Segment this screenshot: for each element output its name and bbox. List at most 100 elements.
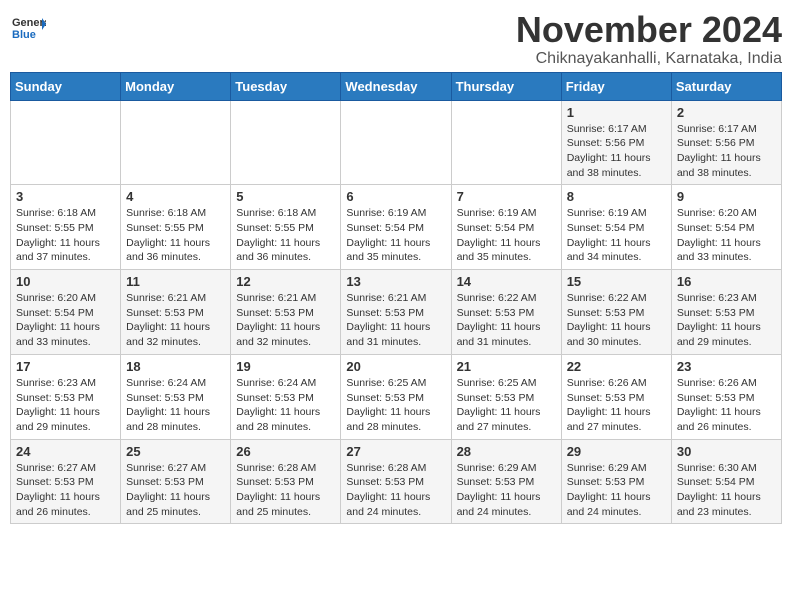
day-info: Sunrise: 6:28 AM Sunset: 5:53 PM Dayligh… <box>346 461 445 520</box>
day-number: 15 <box>567 274 666 289</box>
calendar-week-row: 17 Sunrise: 6:23 AM Sunset: 5:53 PM Dayl… <box>11 354 782 439</box>
svg-text:General: General <box>12 17 46 29</box>
day-info: Sunrise: 6:20 AM Sunset: 5:54 PM Dayligh… <box>677 206 776 265</box>
day-number: 17 <box>16 359 115 374</box>
logo-icon: General Blue <box>10 10 46 46</box>
day-info: Sunrise: 6:23 AM Sunset: 5:53 PM Dayligh… <box>16 376 115 435</box>
day-info: Sunrise: 6:19 AM Sunset: 5:54 PM Dayligh… <box>567 206 666 265</box>
day-info: Sunrise: 6:22 AM Sunset: 5:53 PM Dayligh… <box>457 291 556 350</box>
day-number: 28 <box>457 444 556 459</box>
calendar-cell <box>451 100 561 185</box>
day-number: 7 <box>457 189 556 204</box>
day-number: 26 <box>236 444 335 459</box>
calendar-cell: 12 Sunrise: 6:21 AM Sunset: 5:53 PM Dayl… <box>231 270 341 355</box>
calendar-cell: 21 Sunrise: 6:25 AM Sunset: 5:53 PM Dayl… <box>451 354 561 439</box>
calendar-week-row: 3 Sunrise: 6:18 AM Sunset: 5:55 PM Dayli… <box>11 185 782 270</box>
month-title: November 2024 <box>516 10 782 50</box>
calendar-cell: 24 Sunrise: 6:27 AM Sunset: 5:53 PM Dayl… <box>11 439 121 524</box>
calendar-week-row: 10 Sunrise: 6:20 AM Sunset: 5:54 PM Dayl… <box>11 270 782 355</box>
calendar-cell <box>231 100 341 185</box>
day-info: Sunrise: 6:28 AM Sunset: 5:53 PM Dayligh… <box>236 461 335 520</box>
day-number: 6 <box>346 189 445 204</box>
day-number: 19 <box>236 359 335 374</box>
calendar-cell: 7 Sunrise: 6:19 AM Sunset: 5:54 PM Dayli… <box>451 185 561 270</box>
day-number: 20 <box>346 359 445 374</box>
day-number: 2 <box>677 105 776 120</box>
day-number: 3 <box>16 189 115 204</box>
weekday-header-row: SundayMondayTuesdayWednesdayThursdayFrid… <box>11 72 782 100</box>
calendar-cell: 15 Sunrise: 6:22 AM Sunset: 5:53 PM Dayl… <box>561 270 671 355</box>
day-info: Sunrise: 6:19 AM Sunset: 5:54 PM Dayligh… <box>457 206 556 265</box>
day-info: Sunrise: 6:20 AM Sunset: 5:54 PM Dayligh… <box>16 291 115 350</box>
calendar-cell: 9 Sunrise: 6:20 AM Sunset: 5:54 PM Dayli… <box>671 185 781 270</box>
day-number: 18 <box>126 359 225 374</box>
calendar-cell: 20 Sunrise: 6:25 AM Sunset: 5:53 PM Dayl… <box>341 354 451 439</box>
calendar-cell: 8 Sunrise: 6:19 AM Sunset: 5:54 PM Dayli… <box>561 185 671 270</box>
day-number: 9 <box>677 189 776 204</box>
day-info: Sunrise: 6:21 AM Sunset: 5:53 PM Dayligh… <box>126 291 225 350</box>
day-info: Sunrise: 6:25 AM Sunset: 5:53 PM Dayligh… <box>346 376 445 435</box>
day-info: Sunrise: 6:17 AM Sunset: 5:56 PM Dayligh… <box>677 122 776 181</box>
day-info: Sunrise: 6:18 AM Sunset: 5:55 PM Dayligh… <box>16 206 115 265</box>
day-number: 12 <box>236 274 335 289</box>
svg-text:Blue: Blue <box>12 29 36 41</box>
calendar-cell: 13 Sunrise: 6:21 AM Sunset: 5:53 PM Dayl… <box>341 270 451 355</box>
day-number: 23 <box>677 359 776 374</box>
day-number: 10 <box>16 274 115 289</box>
calendar-cell: 5 Sunrise: 6:18 AM Sunset: 5:55 PM Dayli… <box>231 185 341 270</box>
calendar-cell: 30 Sunrise: 6:30 AM Sunset: 5:54 PM Dayl… <box>671 439 781 524</box>
weekday-header: Monday <box>121 72 231 100</box>
logo: General Blue <box>10 10 46 46</box>
day-number: 21 <box>457 359 556 374</box>
day-info: Sunrise: 6:24 AM Sunset: 5:53 PM Dayligh… <box>236 376 335 435</box>
weekday-header: Sunday <box>11 72 121 100</box>
day-number: 14 <box>457 274 556 289</box>
calendar-cell: 19 Sunrise: 6:24 AM Sunset: 5:53 PM Dayl… <box>231 354 341 439</box>
calendar-cell: 17 Sunrise: 6:23 AM Sunset: 5:53 PM Dayl… <box>11 354 121 439</box>
day-number: 1 <box>567 105 666 120</box>
calendar-cell: 3 Sunrise: 6:18 AM Sunset: 5:55 PM Dayli… <box>11 185 121 270</box>
calendar-cell <box>11 100 121 185</box>
calendar-cell: 29 Sunrise: 6:29 AM Sunset: 5:53 PM Dayl… <box>561 439 671 524</box>
calendar-cell: 14 Sunrise: 6:22 AM Sunset: 5:53 PM Dayl… <box>451 270 561 355</box>
calendar-cell <box>341 100 451 185</box>
day-number: 8 <box>567 189 666 204</box>
weekday-header: Thursday <box>451 72 561 100</box>
day-info: Sunrise: 6:26 AM Sunset: 5:53 PM Dayligh… <box>677 376 776 435</box>
day-info: Sunrise: 6:29 AM Sunset: 5:53 PM Dayligh… <box>567 461 666 520</box>
calendar-cell: 22 Sunrise: 6:26 AM Sunset: 5:53 PM Dayl… <box>561 354 671 439</box>
calendar-cell: 25 Sunrise: 6:27 AM Sunset: 5:53 PM Dayl… <box>121 439 231 524</box>
calendar-week-row: 24 Sunrise: 6:27 AM Sunset: 5:53 PM Dayl… <box>11 439 782 524</box>
weekday-header: Friday <box>561 72 671 100</box>
day-info: Sunrise: 6:25 AM Sunset: 5:53 PM Dayligh… <box>457 376 556 435</box>
calendar-cell: 6 Sunrise: 6:19 AM Sunset: 5:54 PM Dayli… <box>341 185 451 270</box>
day-info: Sunrise: 6:27 AM Sunset: 5:53 PM Dayligh… <box>126 461 225 520</box>
day-info: Sunrise: 6:21 AM Sunset: 5:53 PM Dayligh… <box>346 291 445 350</box>
weekday-header: Tuesday <box>231 72 341 100</box>
calendar-week-row: 1 Sunrise: 6:17 AM Sunset: 5:56 PM Dayli… <box>11 100 782 185</box>
day-number: 30 <box>677 444 776 459</box>
day-info: Sunrise: 6:22 AM Sunset: 5:53 PM Dayligh… <box>567 291 666 350</box>
day-number: 25 <box>126 444 225 459</box>
day-number: 27 <box>346 444 445 459</box>
day-info: Sunrise: 6:24 AM Sunset: 5:53 PM Dayligh… <box>126 376 225 435</box>
location-title: Chiknayakanhalli, Karnataka, India <box>516 50 782 68</box>
calendar-cell: 28 Sunrise: 6:29 AM Sunset: 5:53 PM Dayl… <box>451 439 561 524</box>
calendar-cell: 18 Sunrise: 6:24 AM Sunset: 5:53 PM Dayl… <box>121 354 231 439</box>
day-info: Sunrise: 6:17 AM Sunset: 5:56 PM Dayligh… <box>567 122 666 181</box>
day-info: Sunrise: 6:30 AM Sunset: 5:54 PM Dayligh… <box>677 461 776 520</box>
day-number: 22 <box>567 359 666 374</box>
header: General Blue November 2024 Chiknayakanha… <box>10 10 782 68</box>
calendar-cell: 23 Sunrise: 6:26 AM Sunset: 5:53 PM Dayl… <box>671 354 781 439</box>
weekday-header: Saturday <box>671 72 781 100</box>
calendar-cell <box>121 100 231 185</box>
calendar-cell: 26 Sunrise: 6:28 AM Sunset: 5:53 PM Dayl… <box>231 439 341 524</box>
calendar-cell: 11 Sunrise: 6:21 AM Sunset: 5:53 PM Dayl… <box>121 270 231 355</box>
calendar-cell: 1 Sunrise: 6:17 AM Sunset: 5:56 PM Dayli… <box>561 100 671 185</box>
calendar-cell: 16 Sunrise: 6:23 AM Sunset: 5:53 PM Dayl… <box>671 270 781 355</box>
day-info: Sunrise: 6:29 AM Sunset: 5:53 PM Dayligh… <box>457 461 556 520</box>
calendar-cell: 10 Sunrise: 6:20 AM Sunset: 5:54 PM Dayl… <box>11 270 121 355</box>
day-number: 13 <box>346 274 445 289</box>
day-number: 24 <box>16 444 115 459</box>
day-info: Sunrise: 6:19 AM Sunset: 5:54 PM Dayligh… <box>346 206 445 265</box>
